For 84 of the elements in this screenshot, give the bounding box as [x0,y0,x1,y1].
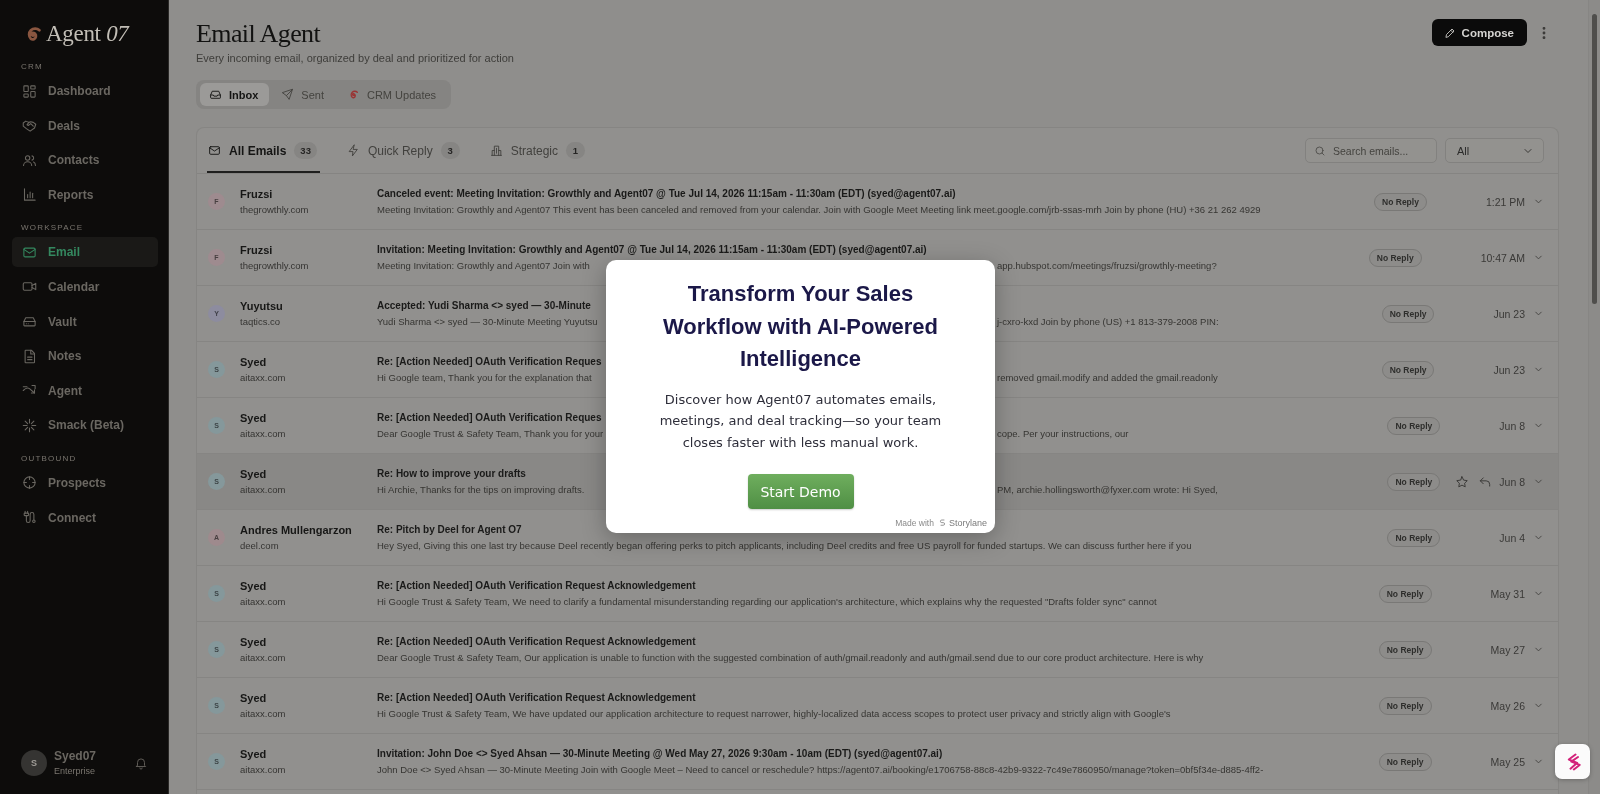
status-badge: No Reply [1378,696,1432,715]
email-preview: Dear Google Trust & Safety Team, Thank you for your [377,428,604,439]
page-subtitle: Every incoming email, organized by deal and prioritized for action [196,51,514,65]
email-subject: Invitation: Meeting Invitation: Growthly and Agent07 @ Tue Jul 14, 2026 11:15am - 11:30am (EDT) (syed@agent07.ai) [377,244,927,255]
email-subject: Re: How to improve your drafts [377,468,526,479]
sender-domain: aitaxx.com [240,764,287,775]
section-label: OUTBOUND [21,453,78,464]
email-date: 10:47 AM [1480,251,1525,264]
status-badge: No Reply [1387,528,1441,547]
email-preview: cope. Per your instructions, our [997,428,1129,439]
section-label: CRM [21,62,44,72]
sender-domain: taqtics.co [240,316,282,327]
email-preview: Hi Archie, Thanks for the tips on improving drafts. [377,484,585,495]
section-label: WORKSPACE [21,223,85,234]
sender-name: Syed [240,636,268,648]
status-badge: No Reply [1368,248,1422,267]
email-date: Jun 4 [1499,531,1525,544]
email-preview: Hey Syed, Giving this one last try because Deel recently began offering perks to pitch applicants, including Deel credits and free US payroll for funded startups. We can discuss further here if you [377,540,1192,551]
status-badge: No Reply [1381,360,1435,379]
status-badge: No Reply [1374,192,1427,211]
status-badge: No Reply [1378,640,1432,659]
email-date: May 31 [1490,587,1525,600]
sender-name: Fruzsi [240,188,274,200]
sender-name: Syed [240,468,268,480]
sender-domain: deel.com [240,540,280,551]
sender-name: Andres Mullengarzon [240,524,353,536]
logo-text: Agent 07 [46,21,129,47]
email-date: Jun 23 [1493,307,1525,320]
credit-text: Made with [895,518,934,528]
user-plan: Enterprise [54,766,97,776]
status-badge: No Reply [1378,752,1432,771]
email-preview: John Doe <> Syed Ahsan — 30-Minute Meeting Join with Google Meet – Need to cancel or reschedule? https://agent07.ai/booking/e1706758-88c8-42b9-9322-7c49e7860950/manage?token=0bf5f34e-d885-4ff2- [377,764,1264,775]
email-preview: Dear Google Trust & Safety Team, Our application is unable to function with the suggested combination of auth/gmail.readonly and auth/gmail.send due to our core product architecture. Here is why [377,652,1204,663]
email-preview: PM, archie.hollingsworth@fyxer.com wrote: Hi Syed, [997,484,1218,495]
sender-domain: aitaxx.com [240,652,287,663]
email-subject: Re: [Action Needed] OAuth Verification Request Acknowledgement [377,636,696,647]
count-badge: 1 [566,142,585,159]
popup-title: Transform Your Sales Workflow with AI-Powered Intelligence [662,280,939,373]
sender-domain: aitaxx.com [240,372,287,383]
sender-name: Fruzsi [240,244,274,256]
sender-name: Syed [240,356,268,368]
email-preview: Hi Google team, Thank you for the explanation that [377,372,592,383]
email-subject: Re: [Action Needed] OAuth Verification Request Acknowledgement [377,692,696,703]
email-subject: Canceled event: Meeting Invitation: Growthly and Agent07 @ Tue Jul 14, 2026 11:15am - 11:30am (EDT) (syed@agent07.ai) [377,188,956,199]
sender-name: Yuyutsu [240,300,284,312]
email-preview: Hi Google Trust & Safety Team, We need to clarify a fundamental misunderstanding regarding our application's architecture, which explains why the requested "Drafts folder sync" cannot [377,596,1157,607]
status-badge: No Reply [1381,304,1435,323]
sender-name: Syed [240,412,268,424]
email-preview: Meeting Invitation: Growthly and Agent07 Join with [377,260,590,271]
sender-name: Syed [240,692,268,704]
sender-domain: aitaxx.com [240,596,287,607]
email-preview: Hi Google Trust & Safety Team, We have updated our application architecture to request narrower, highly-localized data access scopes to protect user privacy and strictly align with Google's [377,708,1171,719]
sender-domain: aitaxx.com [240,708,287,719]
sender-domain: aitaxx.com [240,484,287,495]
email-subject: Accepted: Yudi Sharma <> syed — 30-Minute [377,300,591,311]
sender-domain: thegrowthly.com [240,204,310,215]
email-subject: Re: Pitch by Deel for Agent O7 [377,524,522,535]
page-title: Email Agent [196,19,322,49]
email-date: May 27 [1490,643,1525,656]
status-badge: No Reply [1387,416,1441,435]
user-name: Syed07 [54,749,97,763]
email-subject: Re: [Action Needed] OAuth Verification Request Acknowledgement [377,580,696,591]
email-date: Jun 8 [1499,419,1525,432]
email-date: 1:21 PM [1485,195,1525,208]
email-subject: Re: [Action Needed] OAuth Verification Reques [377,356,602,367]
email-date: May 25 [1490,755,1525,768]
status-badge: No Reply [1378,584,1432,603]
sender-name: Syed [240,748,268,760]
sender-name: Syed [240,580,268,592]
email-preview: removed gmail.modify and added the gmail.readonly [997,372,1218,383]
email-preview: Meeting Invitation: Growthly and Agent07 This event has been canceled and removed from your calendar. Join with Google Meet Meeting link meet.google.com/jrb-ssas-mrh Join by phone (HU) +36 21 262 4929 [377,204,1261,215]
email-preview: app.hubspot.com/meetings/fruzsi/growthly-meeting? [997,260,1217,271]
sender-domain: aitaxx.com [240,428,287,439]
email-date: Jun 8 [1499,475,1525,488]
email-subject: Re: [Action Needed] OAuth Verification Reques [377,412,602,423]
email-date: Jun 23 [1493,363,1525,376]
email-preview: Yudi Sharma <> syed — 30-Minute Meeting Yuyutsu [377,316,598,327]
email-subject: Invitation: John Doe <> Syed Ahsan — 30-Minute Meeting @ Wed May 27, 2026 9:30am - 10am (EDT) (syed@agent07.ai) [377,748,943,759]
sender-domain: thegrowthly.com [240,260,310,271]
count-badge: 33 [294,142,317,159]
status-badge: No Reply [1387,472,1441,491]
count-badge: 3 [440,142,460,159]
email-date: May 26 [1490,699,1525,712]
email-preview: j-cxro-kxd Join by phone (US) +1 813-379-2008 PIN: [997,316,1219,327]
